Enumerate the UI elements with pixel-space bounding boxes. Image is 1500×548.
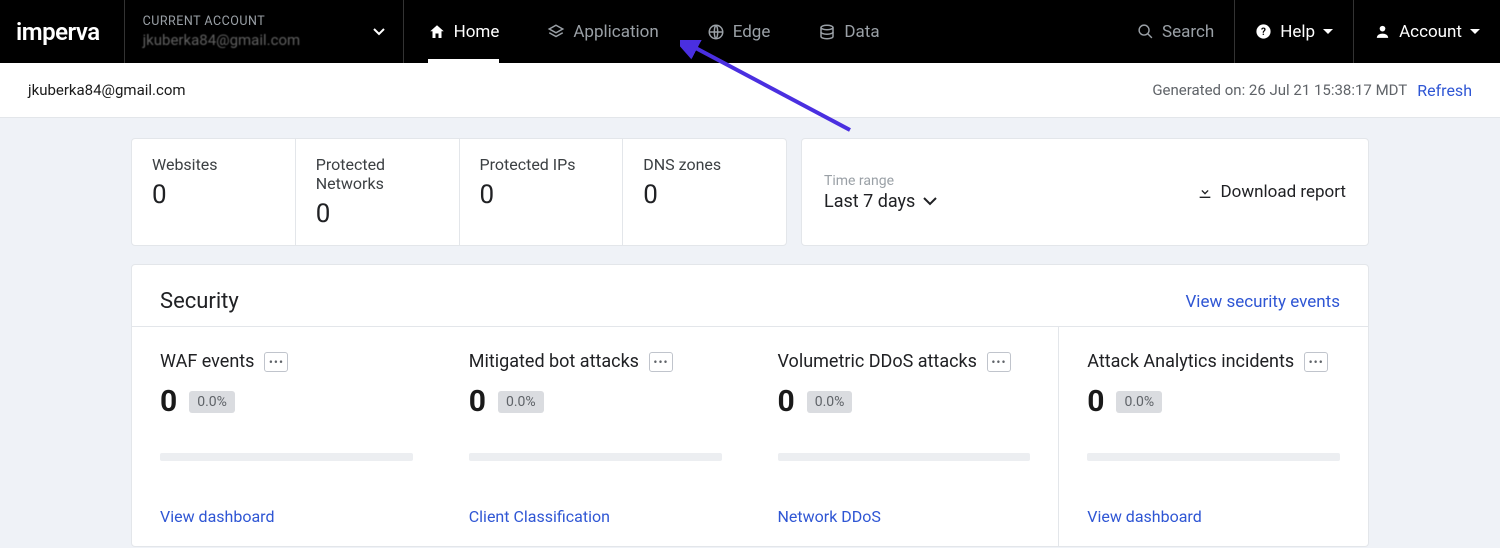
sec-value: 0 (1087, 384, 1104, 419)
network-ddos-link[interactable]: Network DDoS (778, 461, 1031, 526)
kpi-label: Protected IPs (480, 155, 603, 174)
time-range-card: Time range Last 7 days Download report (801, 138, 1369, 246)
sec-value: 0 (160, 384, 177, 419)
logo-text: imperva (16, 18, 100, 46)
percent-badge: 0.0% (1116, 391, 1162, 413)
time-range-value: Last 7 days (824, 191, 915, 212)
kpi-value: 0 (643, 180, 766, 210)
more-button[interactable]: ••• (264, 352, 288, 372)
nav-home-label: Home (454, 22, 500, 42)
svg-text:?: ? (1261, 27, 1266, 38)
nav-data[interactable]: Data (794, 0, 903, 63)
kpi-networks[interactable]: Protected Networks 0 (296, 139, 460, 245)
nav-home[interactable]: Home (404, 0, 524, 63)
caret-down-icon (373, 28, 385, 36)
caret-down-icon (1323, 29, 1333, 35)
kpi-label: Websites (152, 155, 275, 174)
account-menu[interactable]: Account (1353, 0, 1500, 63)
help-icon: ? (1255, 23, 1272, 40)
kpi-label: Protected Networks (316, 155, 439, 193)
kpi-value: 0 (152, 180, 275, 210)
account-switcher[interactable]: CURRENT ACCOUNT jkuberka84@gmail.com (124, 0, 404, 63)
progress-bar (1087, 453, 1340, 461)
progress-bar (160, 453, 413, 461)
sec-title: Volumetric DDoS attacks (778, 351, 977, 372)
refresh-button[interactable]: Refresh (1417, 81, 1472, 100)
help-menu[interactable]: ? Help (1234, 0, 1353, 63)
security-panel: Security View security events WAF events… (131, 264, 1369, 547)
view-security-events-link[interactable]: View security events (1185, 292, 1340, 312)
globe-icon (707, 23, 725, 41)
sec-value: 0 (778, 384, 795, 419)
download-report-label: Download report (1221, 182, 1347, 202)
breadcrumb-email: jkuberka84@gmail.com (28, 81, 186, 99)
more-button[interactable]: ••• (1304, 352, 1328, 372)
nav-data-label: Data (844, 22, 879, 42)
kpi-websites[interactable]: Websites 0 (132, 139, 296, 245)
sec-card-analytics: Attack Analytics incidents ••• 0 0.0% Vi… (1058, 327, 1368, 546)
account-switcher-value: jkuberka84@gmail.com (143, 31, 301, 49)
user-icon (1374, 23, 1391, 40)
layers-icon (547, 23, 565, 41)
percent-badge: 0.0% (498, 391, 544, 413)
nav-edge[interactable]: Edge (683, 0, 795, 63)
sec-title: Mitigated bot attacks (469, 351, 639, 372)
time-range-label: Time range (824, 173, 937, 189)
more-button[interactable]: ••• (987, 352, 1011, 372)
security-title: Security (160, 289, 239, 314)
generated-on-text: Generated on: 26 Jul 21 15:38:17 MDT (1152, 81, 1407, 99)
search-icon (1137, 23, 1154, 40)
progress-bar (778, 453, 1031, 461)
view-dashboard-link[interactable]: View dashboard (160, 461, 413, 526)
account-label: Account (1399, 22, 1462, 42)
sec-value: 0 (469, 384, 486, 419)
home-icon (428, 23, 446, 41)
sec-title: WAF events (160, 351, 254, 372)
database-icon (818, 23, 836, 41)
search-label: Search (1162, 22, 1214, 42)
chevron-down-icon (923, 197, 937, 206)
view-dashboard-link[interactable]: View dashboard (1087, 461, 1340, 526)
caret-down-icon (1470, 29, 1480, 35)
more-button[interactable]: ••• (649, 352, 673, 372)
progress-bar (469, 453, 722, 461)
sec-title: Attack Analytics incidents (1087, 351, 1294, 372)
kpi-label: DNS zones (643, 155, 766, 174)
percent-badge: 0.0% (189, 391, 235, 413)
percent-badge: 0.0% (807, 391, 853, 413)
time-range-select[interactable]: Time range Last 7 days (824, 173, 937, 212)
nav-application[interactable]: Application (523, 0, 682, 63)
kpi-ips[interactable]: Protected IPs 0 (460, 139, 624, 245)
kpi-value: 0 (480, 180, 603, 210)
kpi-value: 0 (316, 199, 439, 229)
sec-card-ddos: Volumetric DDoS attacks ••• 0 0.0% Netwo… (750, 327, 1059, 546)
sec-card-bots: Mitigated bot attacks ••• 0 0.0% Client … (441, 327, 750, 546)
help-label: Help (1280, 22, 1315, 42)
account-switcher-label: CURRENT ACCOUNT (143, 14, 301, 29)
kpi-card: Websites 0 Protected Networks 0 Protecte… (131, 138, 787, 246)
download-report-button[interactable]: Download report (1197, 182, 1347, 202)
search-button[interactable]: Search (1117, 0, 1234, 63)
sec-card-waf: WAF events ••• 0 0.0% View dashboard (132, 327, 441, 546)
logo: imperva (0, 0, 124, 63)
nav-application-label: Application (573, 22, 658, 42)
download-icon (1197, 184, 1213, 200)
kpi-dns[interactable]: DNS zones 0 (623, 139, 786, 245)
nav-edge-label: Edge (733, 22, 771, 42)
client-classification-link[interactable]: Client Classification (469, 461, 722, 526)
